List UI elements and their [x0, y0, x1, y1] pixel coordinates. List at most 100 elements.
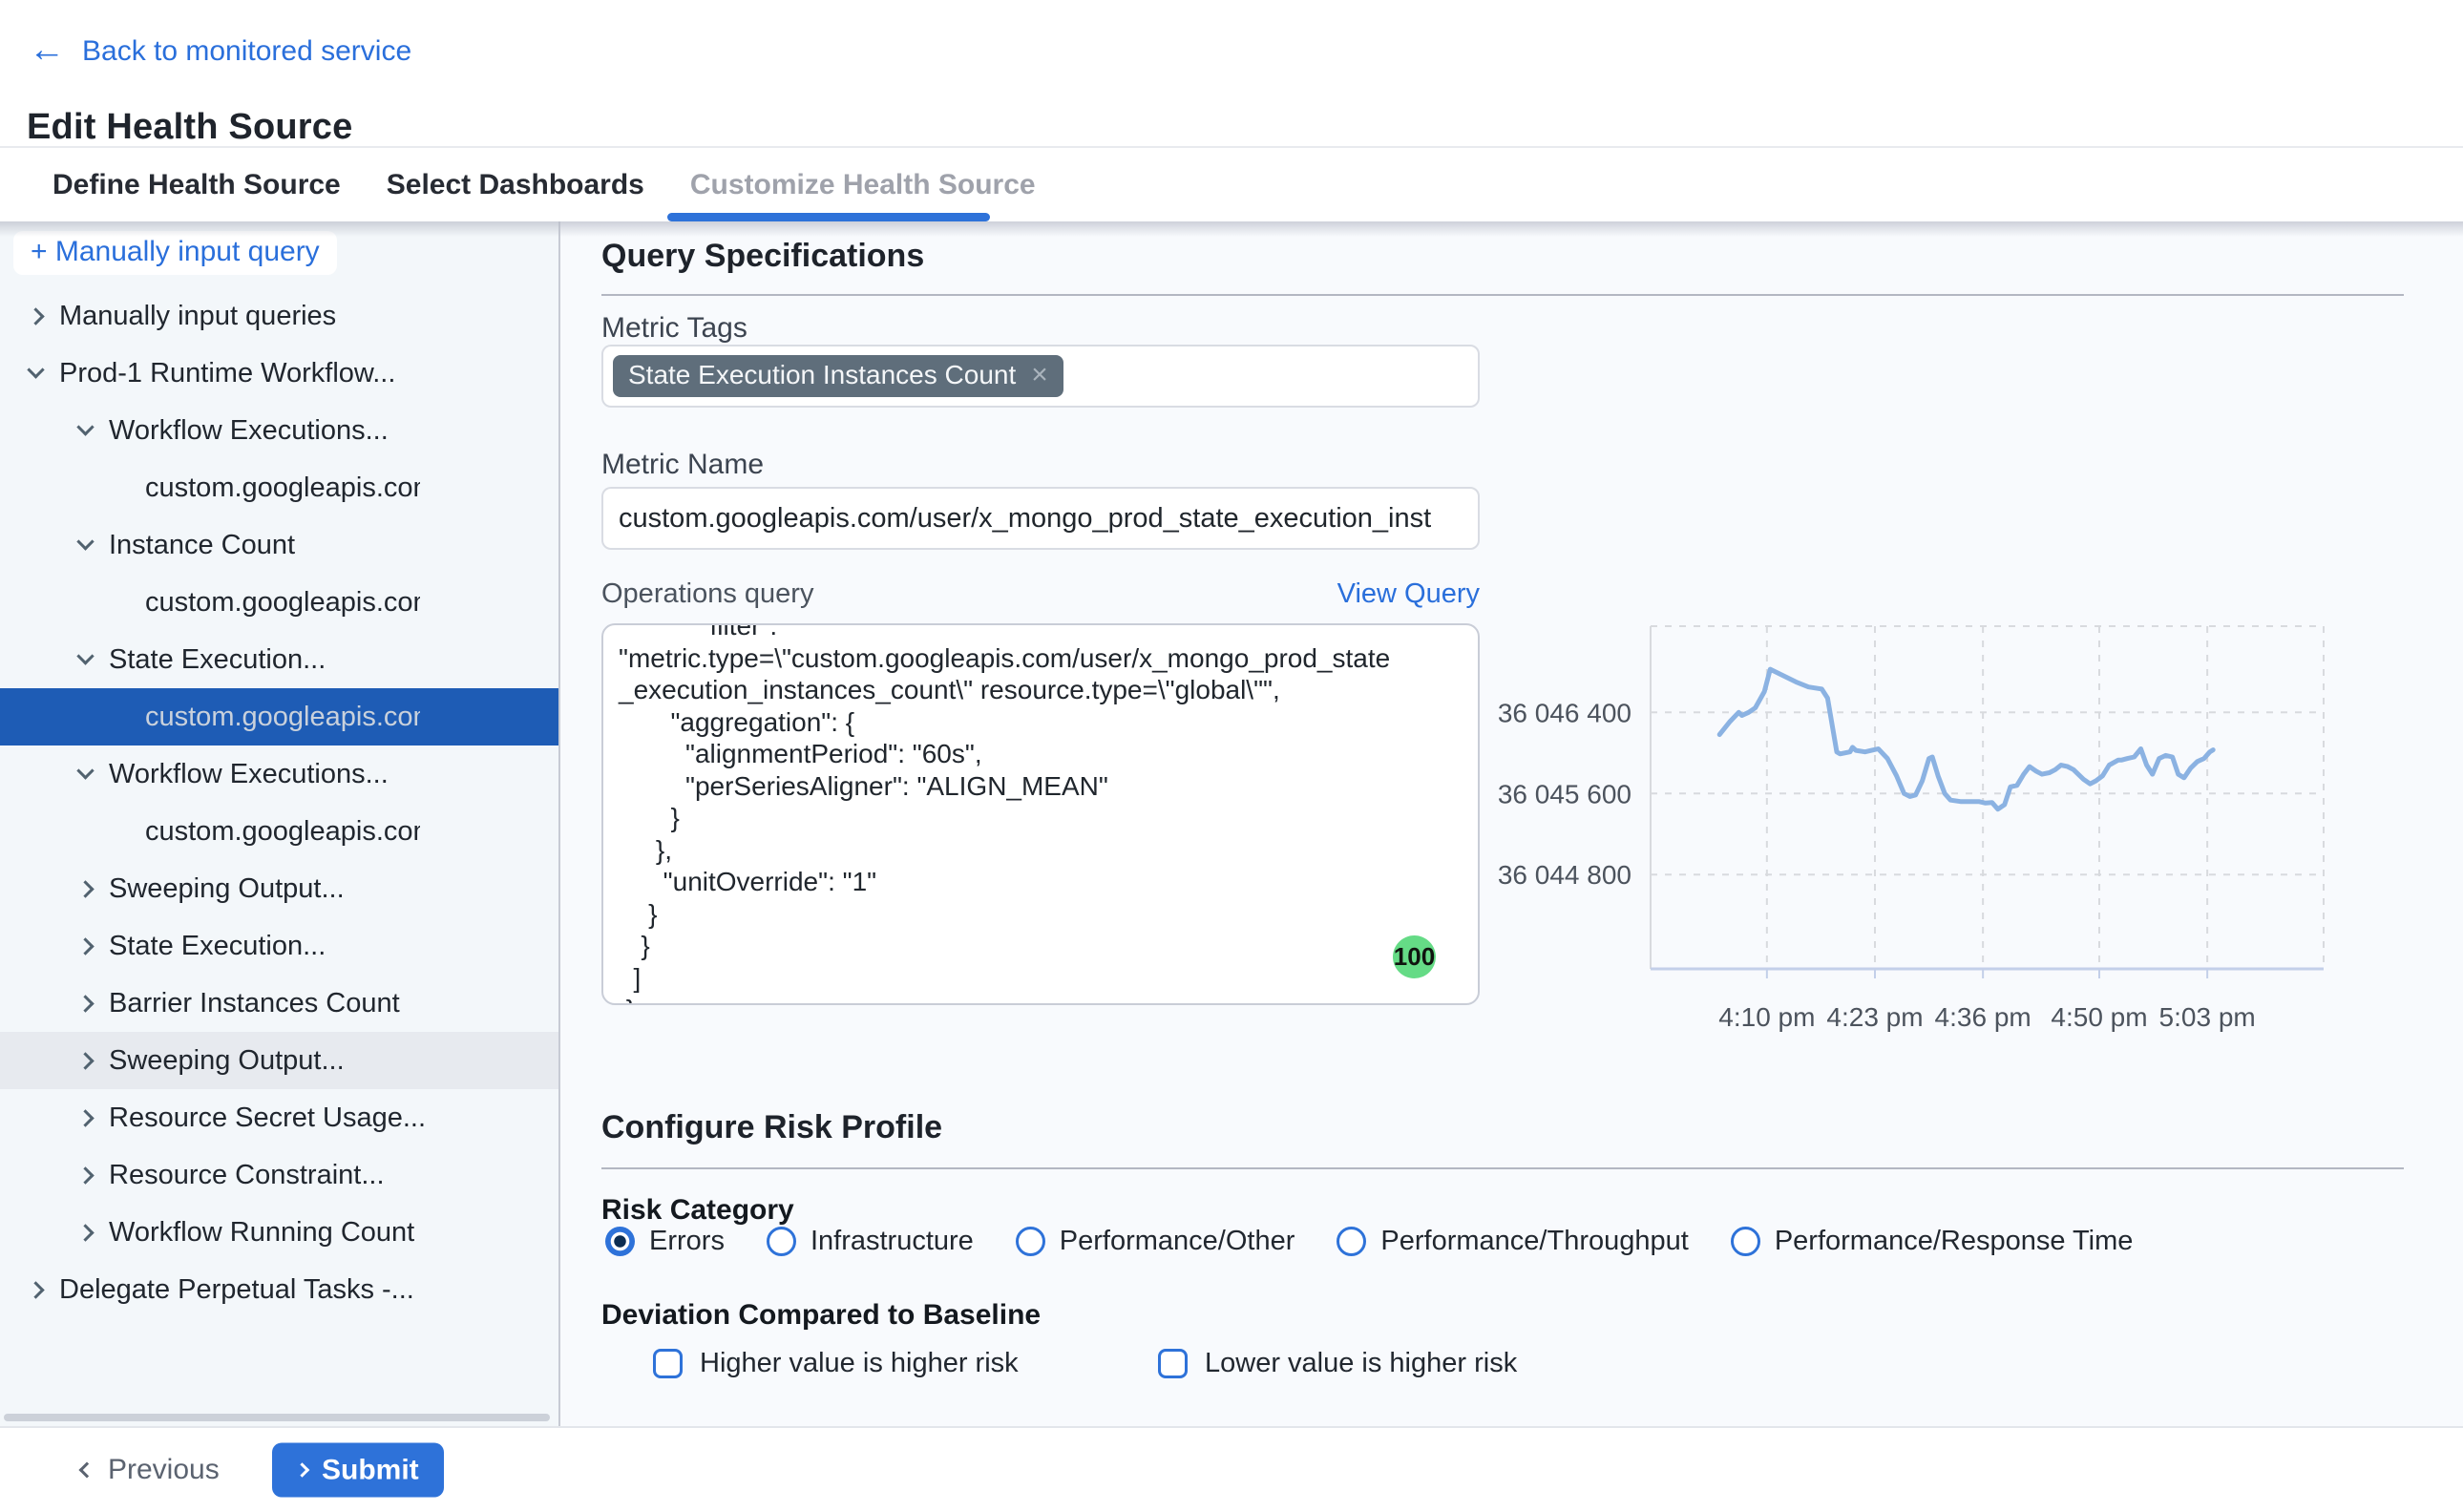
chevron-right-icon: [295, 1462, 310, 1478]
tree-item-workflow-executions[interactable]: Workflow Executions...: [0, 746, 558, 803]
svg-text:4:23 pm: 4:23 pm: [1826, 1002, 1923, 1032]
operations-query-label: Operations query: [601, 578, 813, 610]
risk-category-options: Errors Infrastructure Performance/Other Per…: [605, 1226, 2133, 1257]
tree-item-delegate-perpetual-tasks[interactable]: Delegate Perpetual Tasks -...: [0, 1261, 558, 1318]
radio-performance-response-time[interactable]: Performance/Response Time: [1731, 1226, 2134, 1257]
metrics-tree: Manually input queries Prod-1 Runtime Wor…: [0, 287, 558, 1318]
sidebar-horizontal-scrollbar[interactable]: [4, 1414, 550, 1421]
radio-label: Performance/Throughput: [1380, 1226, 1688, 1257]
previous-button[interactable]: Previous: [81, 1454, 220, 1486]
tree-item-sweeping-output[interactable]: Sweeping Output...: [0, 1032, 558, 1089]
tree-item-label: Prod-1 Runtime Workflow...: [59, 358, 395, 389]
tab-define-health-source[interactable]: Define Health Source: [53, 148, 341, 221]
tree-item-resource-constraint[interactable]: Resource Constraint...: [0, 1146, 558, 1204]
section-divider: [601, 1167, 2404, 1169]
tree-item-label: Resource Secret Usage...: [109, 1102, 426, 1134]
page-header: ← Back to monitored service Edit Health …: [0, 0, 2463, 146]
view-query-link[interactable]: View Query: [1337, 578, 1480, 610]
tree-item-label: Workflow Running Count: [109, 1217, 414, 1249]
tree-item-sweeping-output[interactable]: Sweeping Output...: [0, 860, 558, 917]
tree-item-label: State Execution...: [109, 644, 326, 676]
chevron-left-icon: [79, 1462, 95, 1479]
operations-query-editor[interactable]: "filter": "metric.type=\"custom.googleap…: [601, 623, 1480, 1005]
chevron-down-icon[interactable]: [73, 428, 97, 433]
submit-button[interactable]: Submit: [272, 1443, 444, 1498]
tree-item-state-execution[interactable]: State Execution...: [0, 917, 558, 975]
chevron-right-icon[interactable]: [73, 998, 97, 1010]
chevron-right-icon[interactable]: [73, 1112, 97, 1124]
operations-query-row: Operations query View Query: [601, 578, 1480, 610]
radio-errors[interactable]: Errors: [605, 1226, 725, 1257]
chip-remove-icon[interactable]: ×: [1031, 361, 1048, 389]
tree-item-state-execution[interactable]: State Execution...: [0, 631, 558, 688]
back-arrow-icon: ←: [29, 32, 65, 68]
metric-tags-input[interactable]: State Execution Instances Count ×: [601, 345, 1480, 408]
chevron-down-icon[interactable]: [23, 370, 48, 376]
metric-name-input[interactable]: custom.googleapis.com/user/x_mongo_prod_…: [601, 487, 1480, 550]
tree-item-resource-secret-usage[interactable]: Resource Secret Usage...: [0, 1089, 558, 1146]
tree-item-label: Workflow Executions...: [109, 415, 389, 447]
footer-bar: Previous Submit: [0, 1426, 2463, 1512]
tree-item-label: Manually input queries: [59, 301, 336, 332]
chevron-down-icon[interactable]: [73, 771, 97, 777]
tree-item-barrier-instances-count[interactable]: Barrier Instances Count: [0, 975, 558, 1032]
radio-icon: [1337, 1227, 1366, 1256]
tree-item-workflow-executions[interactable]: Workflow Executions...: [0, 402, 558, 459]
svg-text:5:03 pm: 5:03 pm: [2159, 1002, 2256, 1032]
previous-button-label: Previous: [108, 1454, 220, 1486]
tree-item-instance-count[interactable]: Instance Count: [0, 516, 558, 574]
tab-customize-health-source[interactable]: Customize Health Source: [690, 148, 1036, 221]
risk-category-label: Risk Category: [601, 1194, 794, 1227]
tree-item-label: State Execution...: [109, 931, 326, 962]
chevron-down-icon[interactable]: [73, 657, 97, 662]
chevron-right-icon[interactable]: [73, 1227, 97, 1239]
tree-item-workflow-running-count[interactable]: Workflow Running Count: [0, 1204, 558, 1261]
metric-tag-chip-label: State Execution Instances Count: [628, 360, 1016, 390]
tree-item-label: custom.googleapis.com/user/x_mongo_prod_…: [145, 587, 420, 619]
back-link-label: Back to monitored service: [82, 35, 411, 68]
tree-item-label: Resource Constraint...: [109, 1160, 385, 1191]
radio-performance-other[interactable]: Performance/Other: [1016, 1226, 1295, 1257]
tree-item-label: Sweeping Output...: [109, 873, 345, 905]
radio-label: Performance/Other: [1060, 1226, 1295, 1257]
back-link[interactable]: ← Back to monitored service: [29, 34, 411, 68]
page-title: Edit Health Source: [27, 107, 352, 148]
chevron-down-icon[interactable]: [73, 542, 97, 548]
metric-name-label: Metric Name: [601, 449, 764, 481]
chevron-right-icon[interactable]: [73, 940, 97, 953]
tab-select-dashboards[interactable]: Select Dashboards: [387, 148, 644, 221]
add-manual-query-button[interactable]: + Manually input query: [13, 231, 337, 275]
tree-item-custom-googleapis-com-user-x-mongo-prod-[interactable]: custom.googleapis.com/user/x_mongo_prod_…: [0, 803, 558, 860]
checkbox-lower-value-higher-risk[interactable]: Lower value is higher risk: [1158, 1348, 1517, 1379]
configure-risk-profile-heading: Configure Risk Profile: [601, 1109, 942, 1146]
checkbox-label: Lower value is higher risk: [1205, 1348, 1517, 1379]
tree-item-custom-googleapis-com-user-x-mongo-prod-[interactable]: custom.googleapis.com/user/x_mongo_prod_…: [0, 688, 558, 746]
tree-item-prod-1-runtime-workflow[interactable]: Prod-1 Runtime Workflow...: [0, 345, 558, 402]
radio-infrastructure[interactable]: Infrastructure: [767, 1226, 974, 1257]
chevron-right-icon[interactable]: [73, 1055, 97, 1067]
tree-item-custom-googleapis-com-user-x-mongo-prod-[interactable]: custom.googleapis.com/user/x_mongo_prod_…: [0, 574, 558, 631]
tree-item-label: Sweeping Output...: [109, 1045, 345, 1077]
deviation-label: Deviation Compared to Baseline: [601, 1299, 1041, 1332]
tree-item-manually-input-queries[interactable]: Manually input queries: [0, 287, 558, 345]
main-panel: Query Specifications Metric Tags State E…: [560, 221, 2463, 1426]
deviation-checkboxes: Higher value is higher risk Lower value …: [560, 1348, 2463, 1386]
tree-item-label: Workflow Executions...: [109, 759, 389, 790]
chevron-right-icon[interactable]: [23, 310, 48, 323]
checkbox-label: Higher value is higher risk: [700, 1348, 1019, 1379]
chevron-right-icon[interactable]: [73, 1169, 97, 1182]
radio-icon: [1731, 1227, 1760, 1256]
query-score-badge: 100: [1393, 935, 1436, 978]
chevron-right-icon[interactable]: [73, 883, 97, 895]
checkbox-icon: [653, 1349, 683, 1378]
radio-label: Infrastructure: [810, 1226, 974, 1257]
metric-tags-label: Metric Tags: [601, 312, 747, 345]
checkbox-higher-value-higher-risk[interactable]: Higher value is higher risk: [653, 1348, 1019, 1379]
svg-text:4:36 pm: 4:36 pm: [1935, 1002, 2031, 1032]
tree-item-custom-googleapis-com-user-x-mongo-prod-[interactable]: custom.googleapis.com/user/x_mongo_prod_…: [0, 459, 558, 516]
radio-performance-throughput[interactable]: Performance/Throughput: [1337, 1226, 1688, 1257]
chevron-right-icon[interactable]: [23, 1284, 48, 1296]
radio-icon: [1016, 1227, 1045, 1256]
radio-icon: [605, 1227, 635, 1256]
svg-text:36 045 600: 36 045 600: [1498, 779, 1631, 808]
